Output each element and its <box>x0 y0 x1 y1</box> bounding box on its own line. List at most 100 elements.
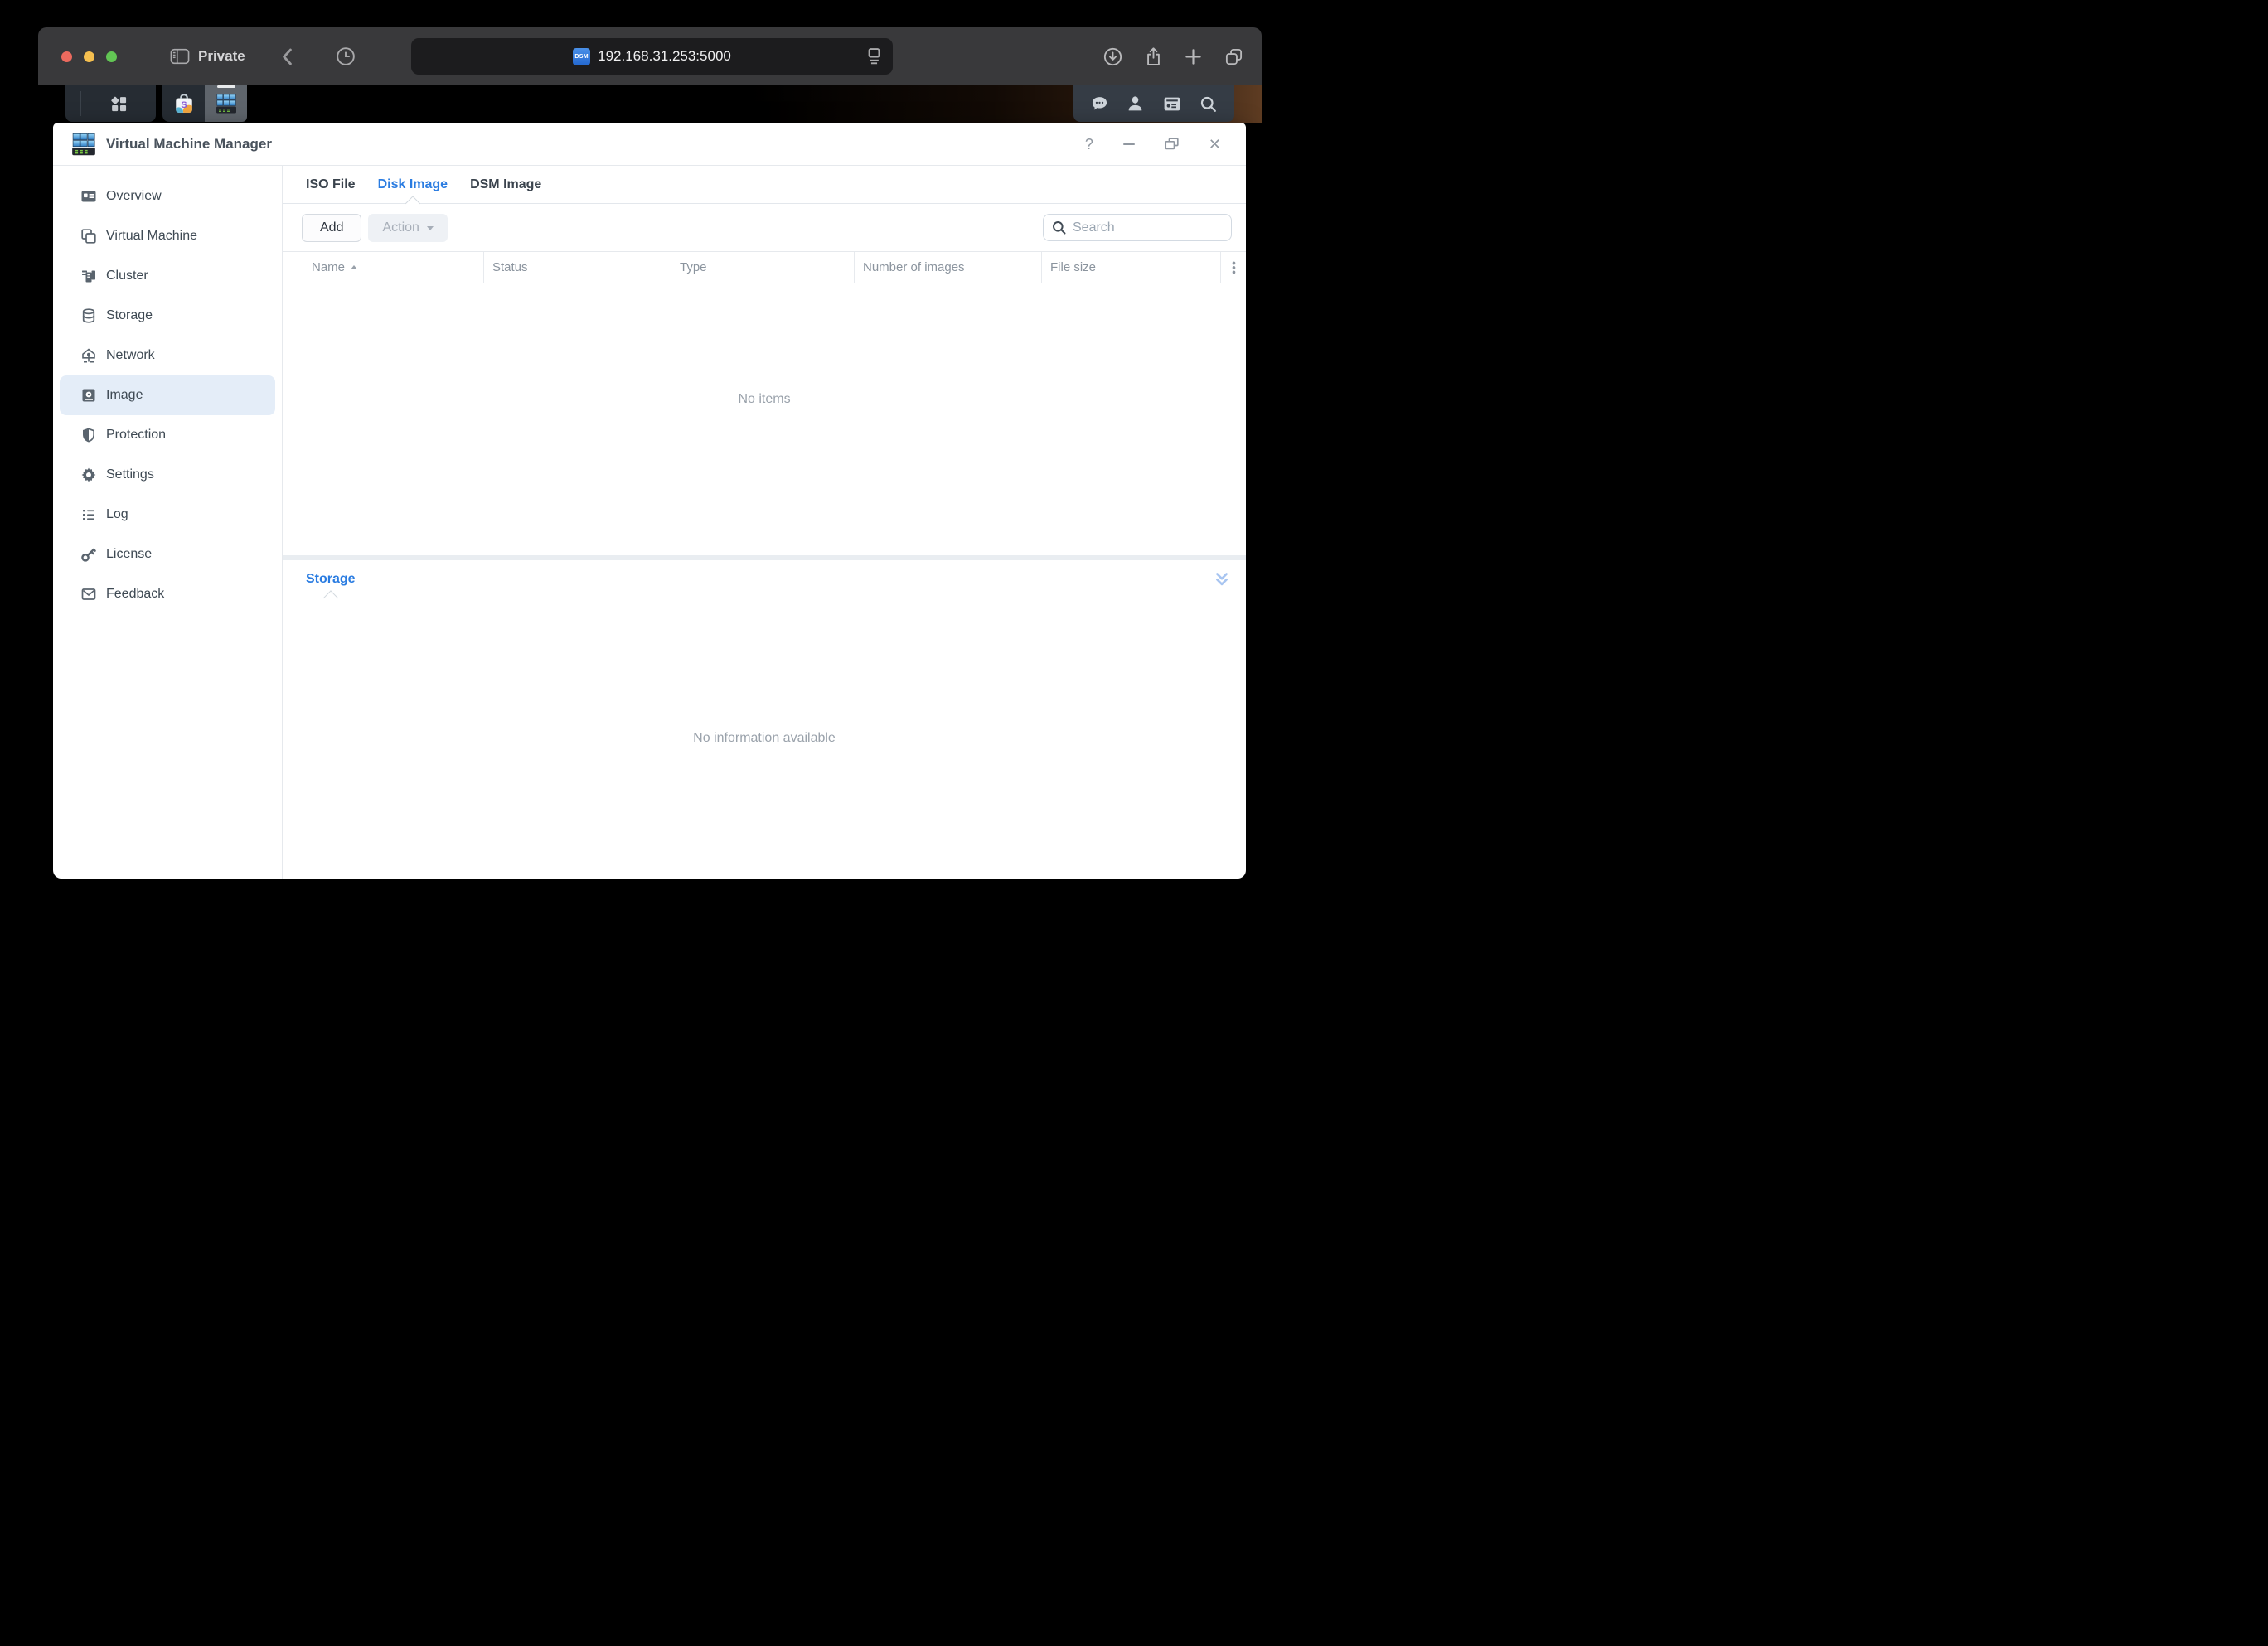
sidebar-item-label: Image <box>106 388 143 403</box>
double-chevron-down-icon <box>1214 571 1229 587</box>
sidebar-item-label: Cluster <box>106 269 148 283</box>
sidebar-item-cluster[interactable]: Cluster <box>60 256 275 296</box>
search-icon <box>1052 220 1066 235</box>
back-icon[interactable] <box>282 48 293 65</box>
add-button[interactable]: Add <box>302 214 361 242</box>
dsm-desktop-wallpaper: S <box>38 85 1262 123</box>
sidebar-item-label: Network <box>106 348 155 363</box>
downloads-icon[interactable] <box>1103 47 1122 66</box>
sidebar-item-label: Overview <box>106 189 162 204</box>
virtual-machine-icon <box>80 228 97 244</box>
sidebar-item-label: Settings <box>106 467 154 482</box>
private-browsing-label: Private <box>198 48 245 65</box>
close-window-button[interactable] <box>61 51 72 62</box>
action-label: Action <box>382 220 419 235</box>
column-options-button[interactable] <box>1221 252 1246 283</box>
overview-icon <box>80 188 97 205</box>
package-center-icon[interactable]: S <box>162 85 205 122</box>
help-button[interactable]: ? <box>1085 137 1093 152</box>
close-button[interactable]: ✕ <box>1209 137 1221 152</box>
app-title: Virtual Machine Manager <box>106 136 272 152</box>
vmm-taskbar-icon[interactable] <box>205 85 247 122</box>
sidebar-item-feedback[interactable]: Feedback <box>60 574 275 614</box>
image-page-content: ISO File Disk Image DSM Image Add Action <box>283 166 1246 879</box>
sidebar-item-license[interactable]: License <box>60 535 275 574</box>
log-icon <box>80 506 97 523</box>
address-bar[interactable]: DSM 192.168.31.253:5000 <box>411 38 893 75</box>
sidebar-item-virtual-machine[interactable]: Virtual Machine <box>60 216 275 256</box>
network-icon <box>80 347 97 364</box>
storage-icon <box>80 307 97 324</box>
traffic-lights <box>61 51 117 62</box>
main-menu-icon[interactable] <box>81 94 156 114</box>
package-center-letter: S <box>181 100 187 110</box>
column-label: File size <box>1050 260 1096 274</box>
vmm-sidebar: Overview Virtual Machine Cluster Storage… <box>53 166 283 879</box>
column-header-status[interactable]: Status <box>484 252 671 283</box>
user-account-icon[interactable] <box>1126 94 1145 114</box>
notifications-icon[interactable] <box>1090 94 1109 114</box>
column-label: Number of images <box>863 260 965 274</box>
sidebar-item-label: Protection <box>106 428 166 443</box>
feedback-icon <box>80 586 97 603</box>
restore-button[interactable] <box>1165 138 1179 150</box>
dsm-taskbar-apps: S <box>162 85 247 122</box>
disk-image-empty-state: No items <box>283 283 1246 555</box>
dsm-taskbar-right <box>1073 85 1234 122</box>
tab-dsm-image[interactable]: DSM Image <box>470 166 541 203</box>
column-label: Status <box>492 260 528 274</box>
sidebar-item-image[interactable]: Image <box>60 375 275 415</box>
url-text: 192.168.31.253:5000 <box>598 48 731 65</box>
sidebar-item-storage[interactable]: Storage <box>60 296 275 336</box>
sidebar-item-protection[interactable]: Protection <box>60 415 275 455</box>
column-header-number-of-images[interactable]: Number of images <box>855 252 1042 283</box>
sidebar-item-overview[interactable]: Overview <box>60 177 275 216</box>
share-icon[interactable] <box>1145 46 1162 66</box>
minimize-window-button[interactable] <box>84 51 94 62</box>
column-label: Name <box>312 260 345 274</box>
sidebar-item-label: Storage <box>106 308 153 323</box>
cluster-icon <box>80 268 97 284</box>
sidebar-item-settings[interactable]: Settings <box>60 455 275 495</box>
storage-empty-state: No information available <box>283 598 1246 879</box>
sidebar-item-label: Log <box>106 507 128 522</box>
vmm-app-window: Virtual Machine Manager ? ✕ Overview V <box>53 123 1246 879</box>
safari-window: Private DSM 192.168.31.253:5000 <box>38 27 1262 879</box>
search-desktop-icon[interactable] <box>1199 94 1218 114</box>
license-icon <box>80 546 97 563</box>
dsm-taskbar-left <box>65 85 156 122</box>
dsm-favicon: DSM <box>573 48 590 65</box>
sidebar-toggle-icon[interactable] <box>170 48 190 65</box>
storage-section-title[interactable]: Storage <box>306 560 356 598</box>
disk-image-table-header: Name Status Type Number of images File s… <box>283 251 1246 283</box>
ellipsis-vertical-icon <box>1232 261 1236 274</box>
sidebar-item-label: Feedback <box>106 587 164 602</box>
page-settings-icon[interactable] <box>866 47 882 65</box>
vmm-app-icon <box>71 132 96 157</box>
tab-iso-file[interactable]: ISO File <box>306 166 356 203</box>
search-input[interactable] <box>1073 220 1223 235</box>
widgets-icon[interactable] <box>1162 94 1182 114</box>
collapse-section-button[interactable] <box>1214 571 1229 587</box>
sidebar-item-label: License <box>106 547 152 562</box>
tab-overview-icon[interactable] <box>1224 47 1243 66</box>
column-header-name[interactable]: Name <box>283 252 484 283</box>
action-dropdown-button[interactable]: Action <box>368 214 447 242</box>
new-tab-icon[interactable] <box>1185 48 1202 65</box>
column-header-type[interactable]: Type <box>671 252 855 283</box>
column-label: Type <box>680 260 707 274</box>
protection-icon <box>80 427 97 443</box>
tab-disk-image[interactable]: Disk Image <box>378 166 448 203</box>
search-box[interactable] <box>1043 214 1232 241</box>
column-header-file-size[interactable]: File size <box>1042 252 1221 283</box>
chevron-down-icon <box>427 226 434 230</box>
history-clock-icon[interactable] <box>336 46 356 66</box>
minimize-button[interactable] <box>1123 143 1135 145</box>
browser-toolbar: Private DSM 192.168.31.253:5000 <box>38 27 1262 85</box>
disk-image-toolbar: Add Action <box>283 204 1246 251</box>
app-titlebar: Virtual Machine Manager ? ✕ <box>53 123 1246 166</box>
zoom-window-button[interactable] <box>106 51 117 62</box>
sidebar-item-log[interactable]: Log <box>60 495 275 535</box>
sidebar-item-network[interactable]: Network <box>60 336 275 375</box>
storage-section-header: Storage <box>283 560 1246 598</box>
